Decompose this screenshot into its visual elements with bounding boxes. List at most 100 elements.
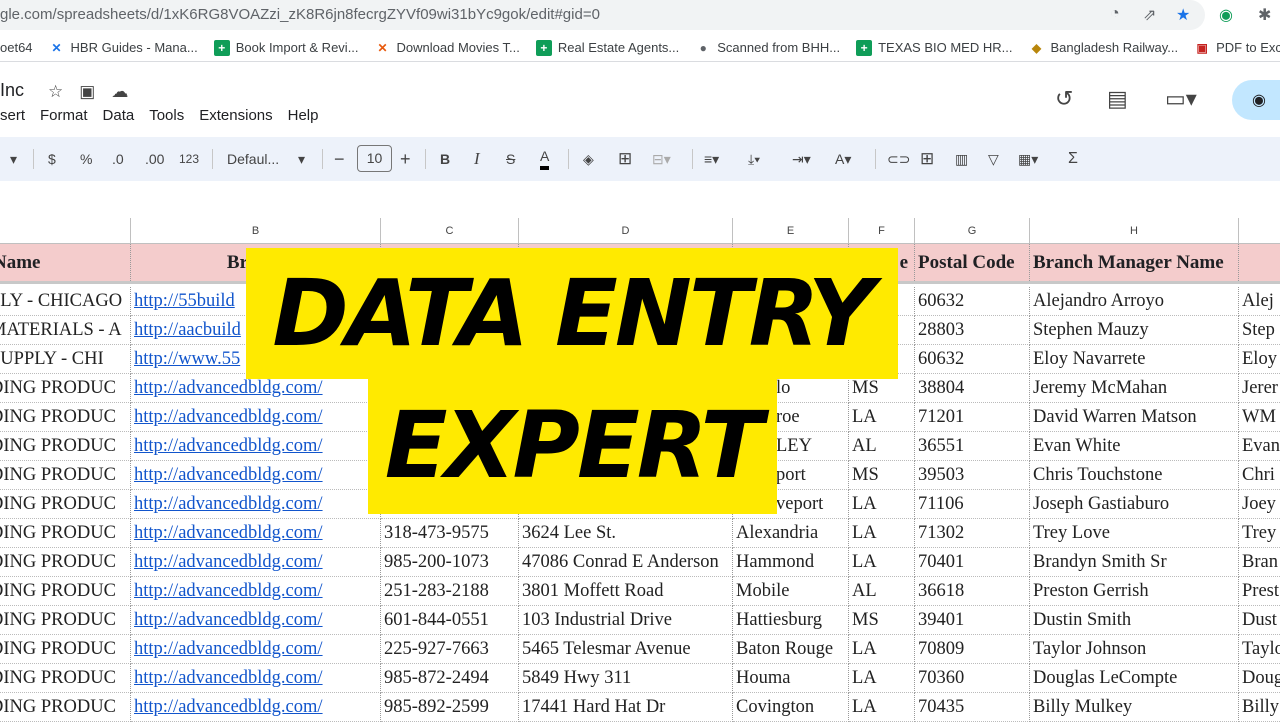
filter-views-icon[interactable]: ▦▾ [1018,137,1038,181]
increase-decimal-button[interactable]: .00 [145,137,164,181]
table-cell[interactable]: AL [849,577,915,606]
move-folder-icon[interactable]: ▣ [79,82,95,102]
website-link[interactable]: http://advancedbldg.com/ [134,465,323,485]
menu-tools[interactable]: Tools [149,107,184,124]
table-cell[interactable]: 36618 [915,577,1030,606]
table-cell[interactable]: DING PRODUC [0,577,131,606]
insert-chart-icon[interactable]: ▥ [955,137,968,181]
filter-icon[interactable]: ▽ [988,137,999,181]
table-cell[interactable]: LA [849,490,915,519]
share-button[interactable]: ◉ [1232,80,1280,120]
insert-comment-icon[interactable]: ⊞ [920,137,934,181]
table-cell[interactable]: PLY - CHICAGO [0,287,131,316]
table-cell[interactable]: Prest [1239,577,1280,606]
table-cell[interactable]: Evan White [1030,432,1239,461]
table-cell[interactable]: 60632 [915,287,1030,316]
extension-icon[interactable]: ◉ [1219,5,1233,25]
table-cell[interactable]: Douglas LeCompte [1030,664,1239,693]
website-link[interactable]: http://www.55 [134,349,240,369]
functions-button[interactable]: Σ [1068,137,1078,181]
table-cell[interactable]: LA [849,693,915,722]
header-cell[interactable]: Name [0,244,131,281]
column-header[interactable]: H [1030,218,1239,244]
column-header[interactable]: G [915,218,1030,244]
website-link[interactable]: http://advancedbldg.com/ [134,407,323,427]
table-cell[interactable]: 70435 [915,693,1030,722]
table-cell[interactable]: DING PRODUC [0,693,131,722]
table-cell[interactable]: 70809 [915,635,1030,664]
table-cell[interactable]: Evan [1239,432,1280,461]
table-cell[interactable]: DING PRODUC [0,374,131,403]
bookmark-item[interactable]: ▣ PDF to Excel C [1194,34,1280,61]
table-cell[interactable]: LA [849,403,915,432]
number-format-button[interactable]: 123 [179,137,199,181]
menu-data[interactable]: Data [103,107,135,124]
website-link[interactable]: http://55build [134,291,235,311]
decrease-decimal-button[interactable]: .0 [112,137,124,181]
table-cell[interactable]: Trey [1239,519,1280,548]
table-cell[interactable]: DING PRODUC [0,606,131,635]
table-cell[interactable]: Baton Rouge [733,635,849,664]
text-wrap-icon[interactable]: ⇥▾ [792,137,811,181]
table-cell[interactable]: 985-892-2599 [381,693,519,722]
table-cell[interactable]: LA [849,664,915,693]
fill-color-icon[interactable]: ◈ [583,137,594,181]
decrease-font-button[interactable]: − [334,137,345,181]
column-header[interactable]: C [381,218,519,244]
merge-cells-icon[interactable]: ⊟▾ [652,137,671,181]
menu-format[interactable]: Format [40,107,88,124]
table-cell[interactable]: Dust [1239,606,1280,635]
table-cell[interactable]: 28803 [915,316,1030,345]
table-cell[interactable]: http://advancedbldg.com/ [131,548,381,577]
table-cell[interactable]: 36551 [915,432,1030,461]
table-cell[interactable]: Chris Touchstone [1030,461,1239,490]
bookmark-item[interactable]: oet64 [0,34,33,61]
table-cell[interactable]: Joey [1239,490,1280,519]
strikethrough-button[interactable]: S [506,137,515,181]
table-cell[interactable]: 985-200-1073 [381,548,519,577]
table-cell[interactable]: DING PRODUC [0,432,131,461]
menu-extensions[interactable]: Extensions [199,107,272,124]
bookmark-item[interactable]: ✕ Download Movies T... [375,34,520,61]
bookmark-item[interactable]: + Book Import & Revi... [213,34,359,61]
insert-link-icon[interactable]: ⊂⊃ [887,137,910,181]
table-cell[interactable]: 601-844-0551 [381,606,519,635]
share-page-icon[interactable]: ⇗ [1143,5,1156,25]
website-link[interactable]: http://advancedbldg.com/ [134,436,323,456]
bold-button[interactable]: B [440,137,450,181]
header-cell[interactable] [1239,244,1280,281]
table-cell[interactable]: Joseph Gastiaburo [1030,490,1239,519]
table-cell[interactable]: Chri [1239,461,1280,490]
website-link[interactable]: http://advancedbldg.com/ [134,668,323,688]
table-cell[interactable]: MS [849,461,915,490]
table-cell[interactable]: LA [849,519,915,548]
table-cell[interactable]: http://advancedbldg.com/ [131,635,381,664]
font-select[interactable]: Defaul... [227,137,279,181]
website-link[interactable]: http://advancedbldg.com/ [134,552,323,572]
table-cell[interactable]: 3624 Lee St. [519,519,733,548]
table-cell[interactable]: DING PRODUC [0,635,131,664]
performance-icon[interactable]: ◔ [1110,5,1120,23]
table-cell[interactable]: Billy [1239,693,1280,722]
table-cell[interactable]: Covington [733,693,849,722]
table-cell[interactable]: DING PRODUC [0,519,131,548]
comments-icon[interactable]: ▤ [1107,86,1128,112]
table-cell[interactable]: AL [849,432,915,461]
table-cell[interactable]: LA [849,635,915,664]
table-cell[interactable]: Hammond [733,548,849,577]
table-cell[interactable]: http://advancedbldg.com/ [131,519,381,548]
table-cell[interactable]: David Warren Matson [1030,403,1239,432]
table-cell[interactable]: Preston Gerrish [1030,577,1239,606]
vertical-align-icon[interactable]: ⤓▾ [748,137,760,181]
bookmark-item[interactable]: + TEXAS BIO MED HR... [856,34,1012,61]
table-cell[interactable]: 71302 [915,519,1030,548]
table-cell[interactable]: 225-927-7663 [381,635,519,664]
table-cell[interactable]: WM [1239,403,1280,432]
text-rotation-icon[interactable]: A▾ [835,137,851,181]
bookmark-item[interactable]: ✕ HBR Guides - Mana... [49,34,198,61]
table-cell[interactable]: Eloy [1239,345,1280,374]
table-cell[interactable]: 5465 Telesmar Avenue [519,635,733,664]
table-cell[interactable]: 70360 [915,664,1030,693]
bookmark-star-icon[interactable]: ★ [1176,5,1190,25]
table-cell[interactable]: Alejandro Arroyo [1030,287,1239,316]
